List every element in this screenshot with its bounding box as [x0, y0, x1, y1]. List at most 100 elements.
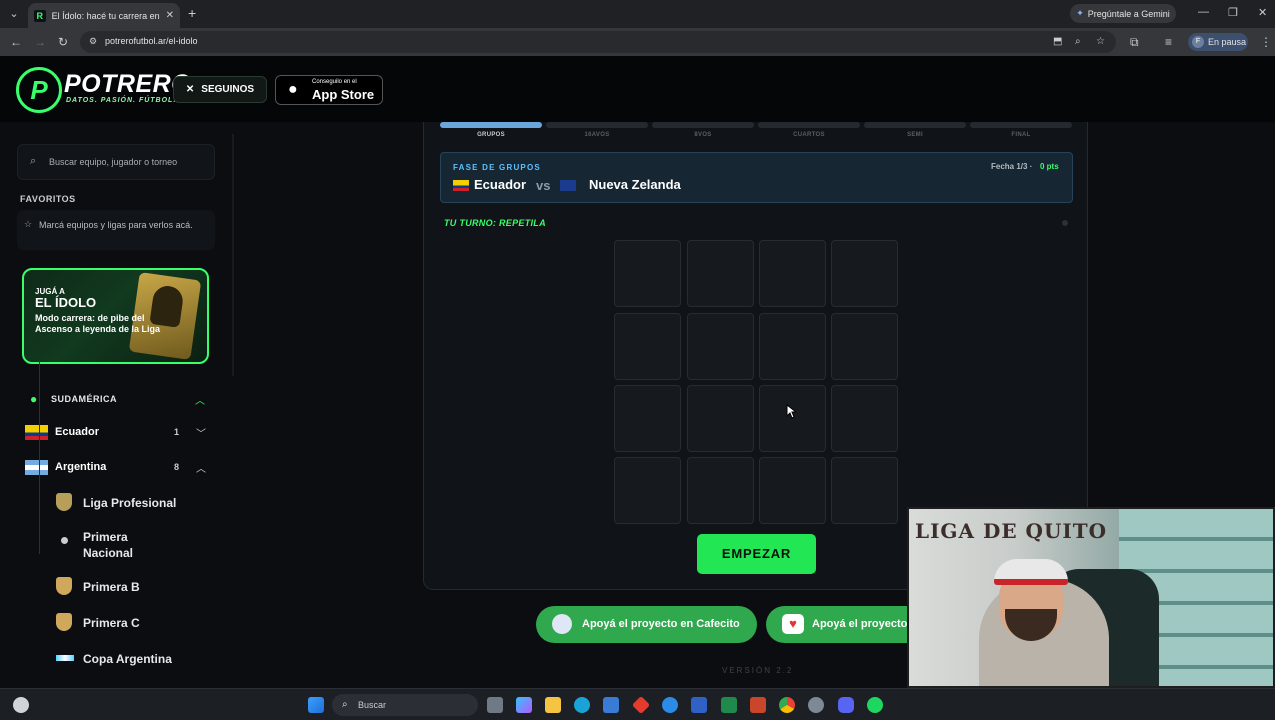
follow-button[interactable]: ✕ SEGUINOS: [173, 76, 267, 103]
stage-final: FINAL: [970, 122, 1072, 138]
start-button[interactable]: EMPEZAR: [697, 534, 816, 574]
copilot-icon[interactable]: [516, 697, 532, 713]
grid-cell[interactable]: [614, 240, 681, 307]
store-icon[interactable]: [603, 697, 619, 713]
reading-list-icon[interactable]: ≡: [1165, 35, 1172, 49]
sidebar-item-liga-profesional[interactable]: Liga Profesional: [56, 493, 216, 513]
help-icon[interactable]: [662, 697, 678, 713]
league-label: Primera B: [83, 580, 140, 594]
sidebar-item-copa-argentina[interactable]: Copa Argentina: [56, 649, 216, 669]
search-icon: ⌕: [342, 699, 348, 710]
chevron-up-icon[interactable]: ︿: [195, 392, 205, 407]
gemini-label: Pregúntale a Gemini: [1087, 8, 1170, 19]
country-name: Ecuador: [55, 426, 100, 438]
restore-icon[interactable]: ❐: [1228, 6, 1238, 19]
grid-cell[interactable]: [759, 240, 826, 307]
edge-icon[interactable]: [574, 697, 590, 713]
file-explorer-icon[interactable]: [545, 697, 561, 713]
match-vs: vs: [536, 178, 551, 193]
site-info-icon[interactable]: ⚙: [89, 36, 101, 48]
search-icon: ⌕: [30, 155, 37, 167]
tree-connector: [39, 360, 40, 554]
app-store-label: App Store: [312, 87, 375, 102]
sidebar-item-primera-b[interactable]: Primera B: [56, 577, 216, 597]
sidebar-item-primera-nacional[interactable]: Primera Nacional: [56, 527, 216, 563]
new-tab-icon[interactable]: +: [188, 6, 196, 20]
chrome-icon[interactable]: [779, 697, 795, 713]
grid-cell[interactable]: [614, 457, 681, 524]
reload-icon[interactable]: ↻: [58, 35, 68, 49]
el-idolo-promo-banner[interactable]: JUGÁ A EL ÍDOLO Modo carrera: de pibe de…: [22, 268, 209, 364]
stage-label: 8VOS: [694, 132, 712, 138]
grid-cell[interactable]: [687, 385, 754, 452]
bookmark-star-icon[interactable]: ☆: [1096, 36, 1105, 47]
chevron-down-icon[interactable]: ﹀: [196, 425, 206, 440]
tab-favicon-icon: R: [34, 9, 46, 22]
tab-close-icon[interactable]: ✕: [166, 10, 174, 21]
grid-cell[interactable]: [759, 457, 826, 524]
argentina-flag-icon: [25, 460, 48, 475]
profile-button[interactable]: F En pausa: [1188, 33, 1248, 51]
close-window-icon[interactable]: ✕: [1258, 6, 1267, 19]
windows-taskbar: ⌕ Buscar: [0, 688, 1275, 720]
favorites-title: FAVORITOS: [20, 194, 76, 204]
grid-cell[interactable]: [687, 313, 754, 380]
stage-semi: SEMI: [864, 122, 966, 138]
minimize-icon[interactable]: —: [1198, 6, 1209, 18]
grid-cell[interactable]: [614, 313, 681, 380]
grid-cell[interactable]: [831, 457, 898, 524]
stage-8vos: 8VOS: [652, 122, 754, 138]
grid-cell[interactable]: [831, 240, 898, 307]
app-store-button[interactable]: ● Conseguilo en el App Store: [275, 75, 383, 105]
sidebar-item-ecuador[interactable]: Ecuador 1 ﹀: [25, 422, 210, 442]
powerpoint-icon[interactable]: [750, 697, 766, 713]
region-label: SUDAMÉRICA: [51, 394, 118, 404]
install-app-icon[interactable]: ⬒: [1053, 36, 1062, 47]
settings-icon[interactable]: [808, 697, 824, 713]
gemini-button[interactable]: ✦ Pregúntale a Gemini: [1070, 4, 1176, 23]
chevron-up-icon[interactable]: ︿: [196, 460, 206, 475]
tab-search-icon[interactable]: ⌄: [6, 6, 22, 22]
grid-cell[interactable]: [831, 313, 898, 380]
promo-title: EL ÍDOLO: [35, 295, 97, 310]
stage-label: CUARTOS: [793, 132, 825, 138]
zoom-icon[interactable]: ⌕: [1075, 36, 1081, 47]
sidebar-item-primera-c[interactable]: Primera C: [56, 613, 216, 633]
grid-cell[interactable]: [831, 385, 898, 452]
country-name: Argentina: [55, 461, 107, 473]
support-project-button[interactable]: ♥ Apoyá el proyecto: [766, 606, 916, 643]
url-bar[interactable]: ⚙ potrerofutbol.ar/el-idolo ⬒ ⌕ ☆: [80, 31, 1116, 53]
task-view-icon[interactable]: [487, 697, 503, 713]
ecuador-flag-icon: [453, 180, 469, 191]
search-input[interactable]: Buscar equipo, jugador o torneo: [49, 157, 177, 167]
spotify-icon[interactable]: [867, 697, 883, 713]
potrero-logo-icon[interactable]: P: [16, 67, 62, 113]
grid-cell[interactable]: [759, 313, 826, 380]
back-icon[interactable]: ←: [10, 35, 22, 49]
browser-tab[interactable]: R El Ídolo: hacé tu carrera en la Li ✕: [28, 3, 180, 28]
menu-kebab-icon[interactable]: ⋮: [1260, 35, 1272, 49]
extensions-icon[interactable]: ⧉: [1130, 35, 1139, 49]
weather-icon[interactable]: [13, 697, 29, 713]
region-sudamerica[interactable]: ● SUDAMÉRICA ︿: [30, 392, 210, 407]
forward-icon[interactable]: →: [34, 35, 46, 49]
word-icon[interactable]: [691, 697, 707, 713]
stage-label: SEMI: [907, 132, 923, 138]
excel-icon[interactable]: [721, 697, 737, 713]
taskbar-search-input[interactable]: Buscar: [358, 700, 386, 710]
grid-cell[interactable]: [687, 457, 754, 524]
support-cafecito-button[interactable]: Apoyá el proyecto en Cafecito: [536, 606, 757, 643]
browser-tab-bar: ⌄ R El Ídolo: hacé tu carrera en la Li ✕…: [0, 0, 1275, 28]
taskbar-search[interactable]: ⌕ Buscar: [332, 694, 478, 716]
app-diamond-icon[interactable]: [631, 695, 651, 715]
windows-start-icon[interactable]: [308, 697, 324, 713]
grid-cell[interactable]: [614, 385, 681, 452]
profile-status: En pausa: [1208, 37, 1247, 47]
grid-cell[interactable]: [687, 240, 754, 307]
sidebar-scrollbar[interactable]: [232, 134, 234, 376]
url-text[interactable]: potrerofutbol.ar/el-idolo: [105, 36, 198, 46]
sidebar-search[interactable]: ⌕ Buscar equipo, jugador o torneo: [17, 144, 215, 180]
discord-icon[interactable]: [838, 697, 854, 713]
version-label: VERSIÓN 2.2: [722, 666, 794, 675]
sidebar-item-argentina[interactable]: Argentina 8 ︿: [25, 457, 210, 477]
